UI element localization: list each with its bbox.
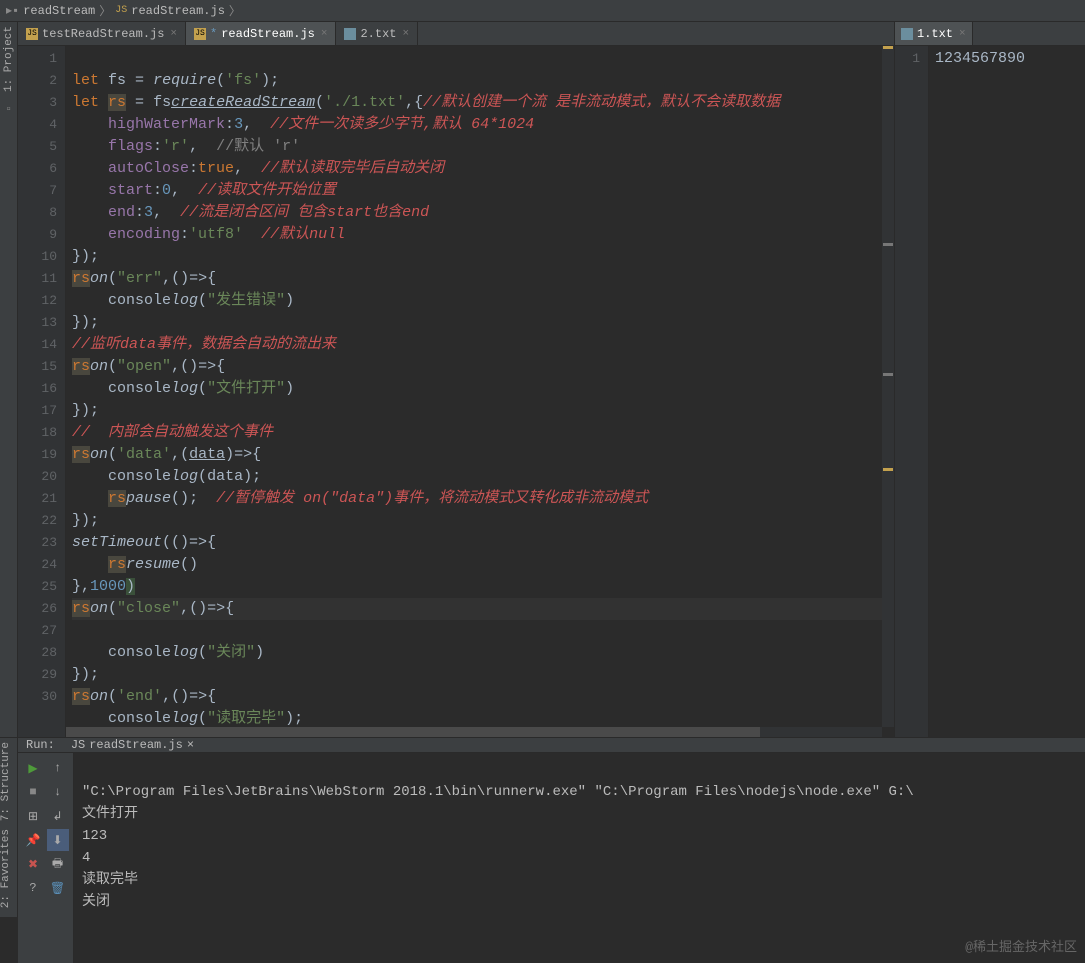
close-icon[interactable]: ×	[402, 28, 409, 40]
js-file-icon: JS	[71, 738, 85, 752]
breadcrumb-file[interactable]: readStream.js	[131, 4, 225, 18]
left-toolbar-bottom: 7: Structure 2: Favorites	[0, 738, 18, 917]
favorites-tool[interactable]: 2: Favorites	[0, 825, 12, 912]
close-run-button[interactable]: ✖	[22, 853, 44, 875]
code-area[interactable]: 1234567891011121314151617181920212223242…	[18, 46, 894, 737]
tool-icon[interactable]: ▫	[5, 104, 12, 116]
structure-tool[interactable]: 7: Structure	[0, 738, 12, 825]
run-output[interactable]: "C:\Program Files\JetBrains\WebStorm 201…	[74, 753, 1085, 963]
editor-tabs-right: 1.txt×	[895, 22, 1085, 46]
editor-scrollbar[interactable]	[882, 46, 894, 727]
run-tab-readstream[interactable]: JSreadStream.js×	[63, 738, 202, 752]
close-icon[interactable]: ×	[321, 28, 328, 40]
close-icon[interactable]: ×	[170, 28, 177, 40]
run-label: Run:	[18, 738, 63, 752]
run-panel: 7: Structure 2: Favorites Run: JSreadStr…	[0, 737, 1085, 917]
run-toolbar: ▶ ↑ ■ ↓ ⊞ ↲ 📌 ⬇ ✖ 🖶 ? 🗑	[18, 753, 74, 963]
breadcrumb: ▸▪ readStream 〉 JS readStream.js 〉	[0, 0, 1085, 22]
text-file-icon	[901, 28, 913, 40]
code-area-right[interactable]: 1 1234567890	[895, 46, 1085, 737]
help-button[interactable]: ?	[22, 877, 44, 899]
js-file-icon: JS	[26, 28, 38, 40]
text-file-icon	[344, 28, 356, 40]
tab-1txt[interactable]: 1.txt×	[895, 22, 973, 45]
tab-2txt[interactable]: 2.txt×	[336, 22, 418, 45]
run-tabs: Run: JSreadStream.js×	[18, 738, 1085, 753]
editor-right: 1.txt× 1 1234567890	[895, 22, 1085, 737]
folder-icon: ▸▪	[6, 3, 19, 18]
gutter-right: 1	[895, 46, 929, 737]
pin-button[interactable]: 📌	[22, 829, 44, 851]
source-right[interactable]: 1234567890	[929, 46, 1085, 737]
js-file-icon: JS	[194, 28, 206, 40]
editor-left: JStestReadStream.js× JS*readStream.js× 2…	[18, 22, 895, 737]
gutter: 1234567891011121314151617181920212223242…	[18, 46, 66, 737]
wrap-button[interactable]: ↲	[47, 805, 69, 827]
layout-button[interactable]: ⊞	[22, 805, 44, 827]
close-icon[interactable]: ×	[959, 28, 966, 40]
left-toolbar: 1: Project ▫	[0, 22, 18, 737]
rerun-button[interactable]: ▶	[22, 757, 44, 779]
horizontal-scrollbar[interactable]	[66, 727, 882, 737]
tab-readstream[interactable]: JS*readStream.js×	[186, 22, 336, 45]
chevron-right-icon: 〉	[99, 2, 111, 19]
print-button[interactable]: 🖶	[47, 853, 69, 875]
js-file-icon: JS	[115, 5, 127, 16]
watermark: @稀土掘金技术社区	[965, 937, 1077, 959]
close-icon[interactable]: ×	[187, 738, 194, 752]
scroll-button[interactable]: ⬇	[47, 829, 69, 851]
breadcrumb-folder[interactable]: readStream	[23, 4, 95, 18]
chevron-right-icon: 〉	[229, 2, 241, 19]
stop-button[interactable]: ■	[22, 781, 44, 803]
tab-testreadstream[interactable]: JStestReadStream.js×	[18, 22, 186, 45]
source[interactable]: let fs = require('fs'); let rs = fscreat…	[66, 46, 894, 737]
down-button[interactable]: ↓	[47, 781, 69, 803]
project-tool[interactable]: 1: Project	[3, 22, 15, 96]
up-button[interactable]: ↑	[47, 757, 69, 779]
editor-tabs: JStestReadStream.js× JS*readStream.js× 2…	[18, 22, 894, 46]
trash-button[interactable]: 🗑	[47, 877, 69, 899]
